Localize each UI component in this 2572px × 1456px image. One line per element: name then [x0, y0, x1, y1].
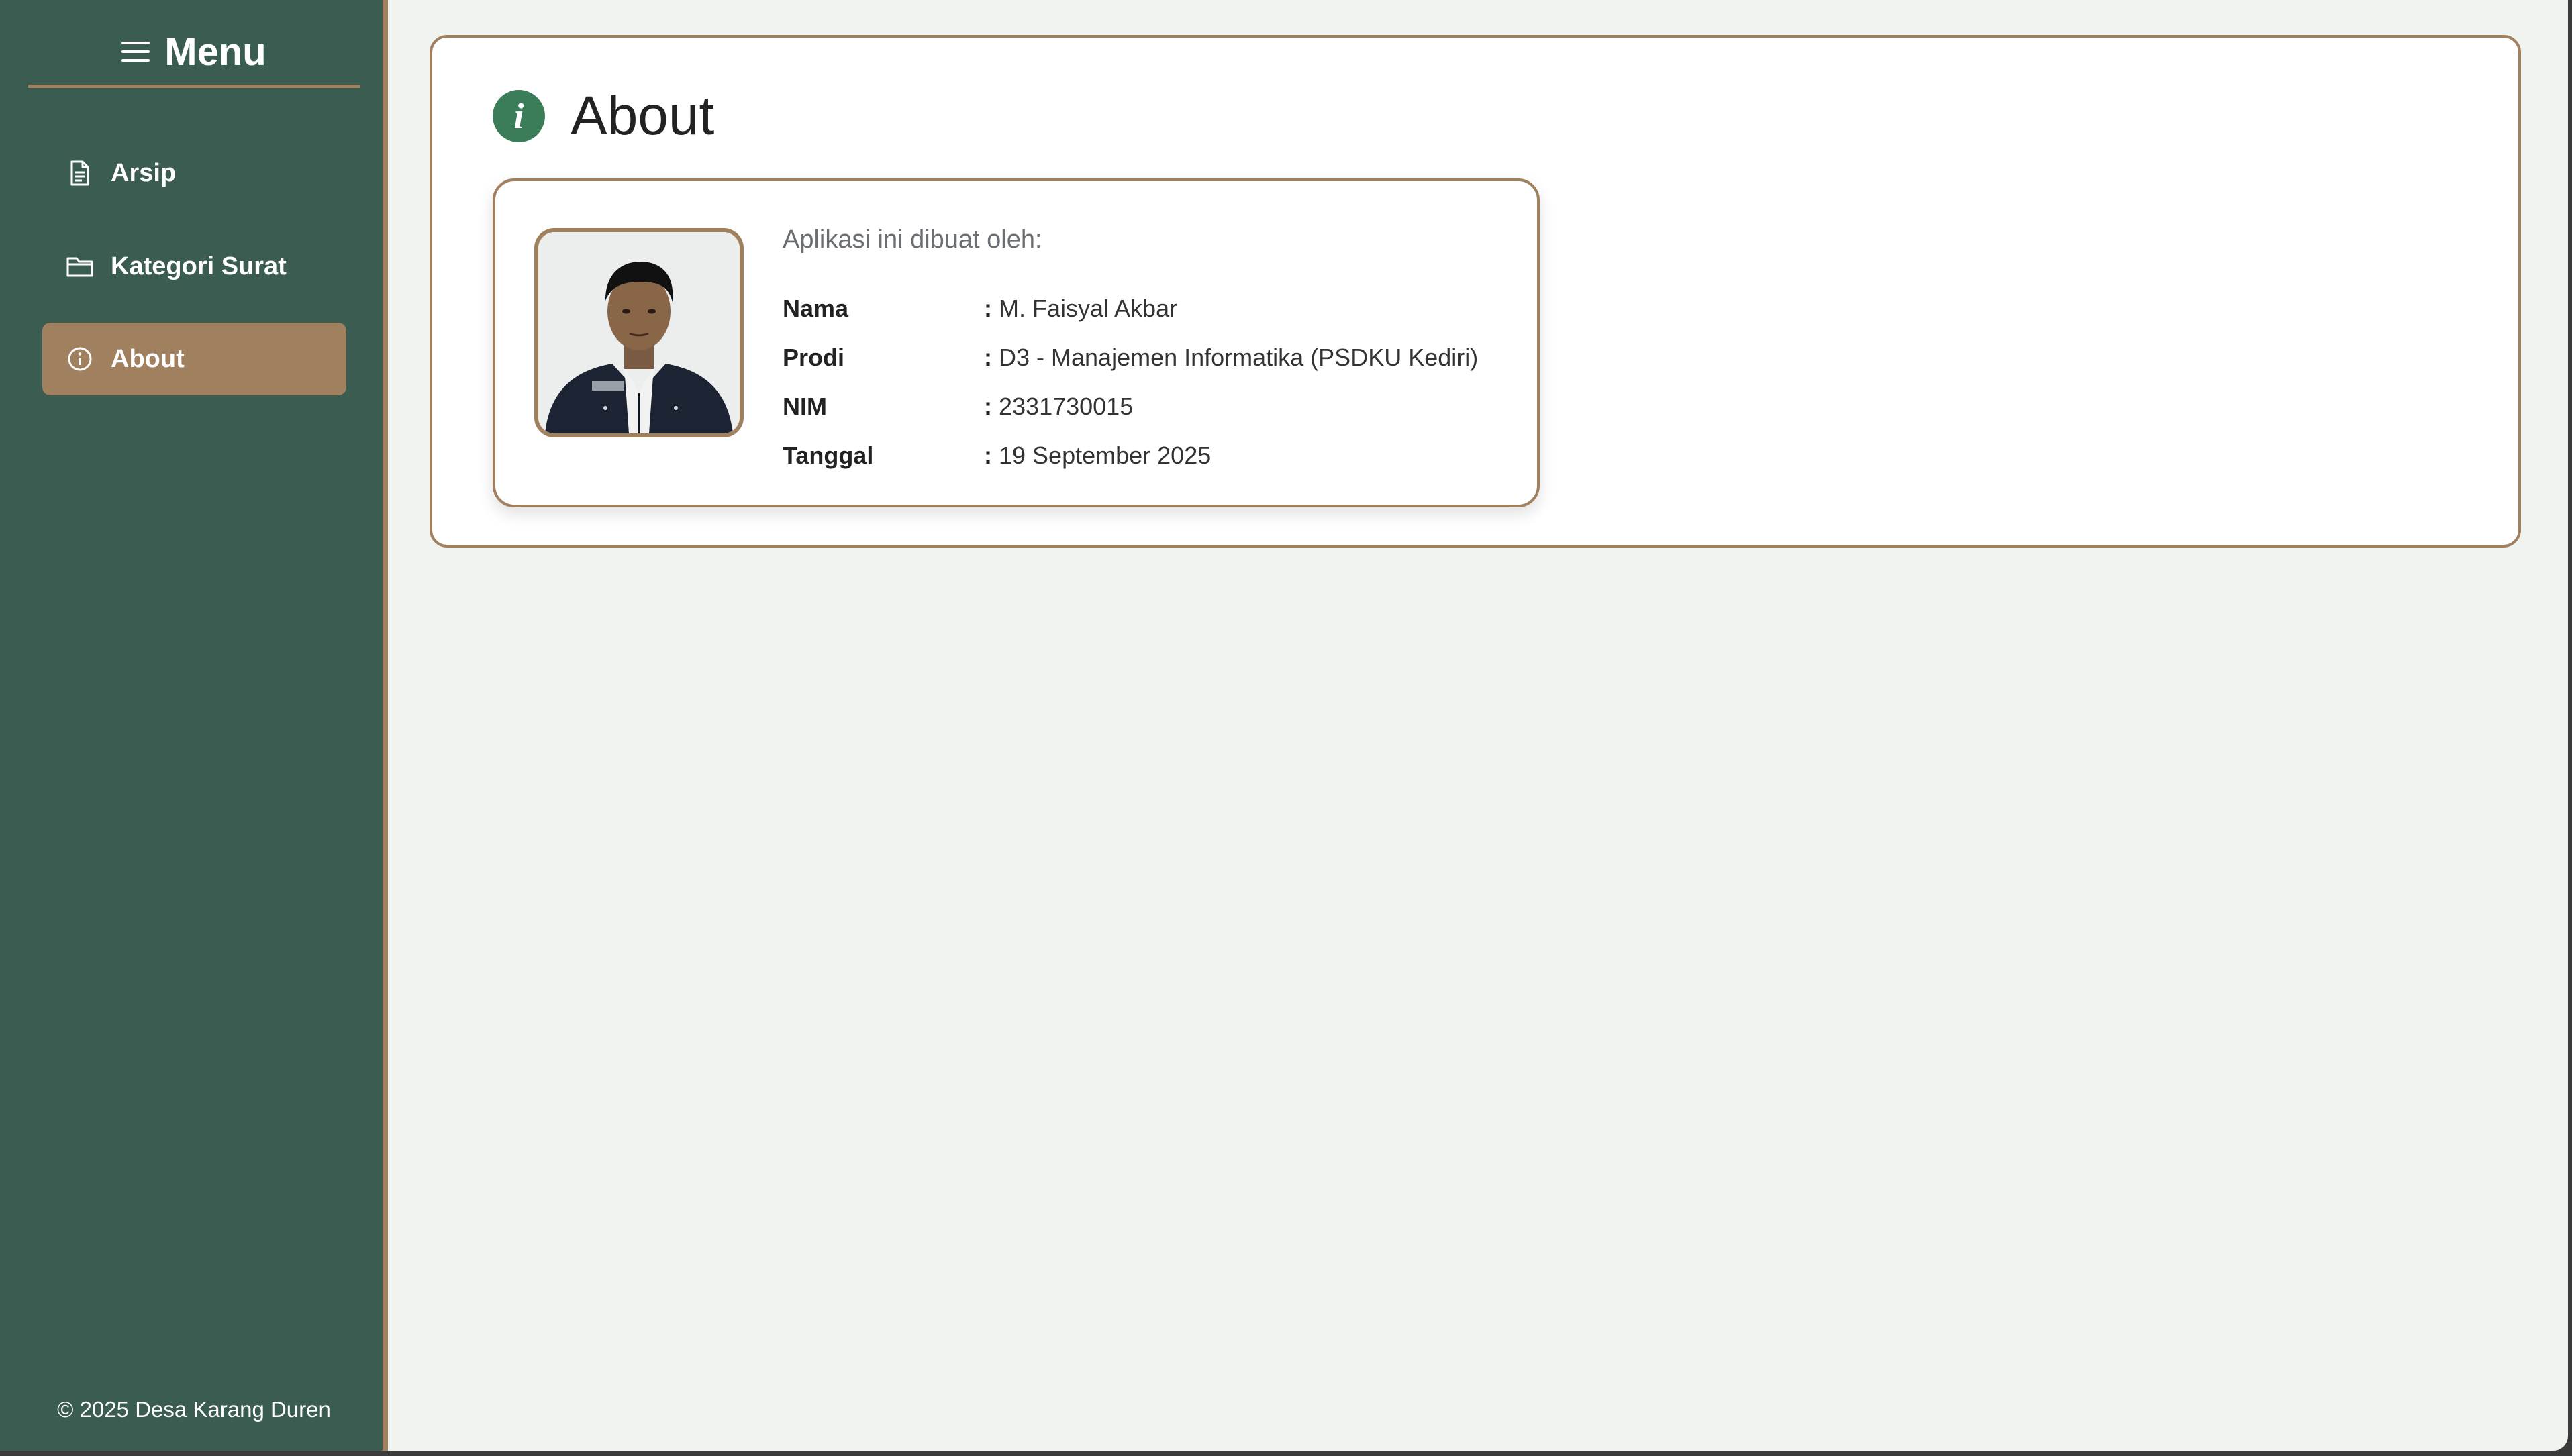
detail-colon: :	[984, 441, 992, 469]
detail-row-prodi: Prodi : D3 - Manajemen Informatika (PSDK…	[783, 333, 1478, 382]
sidebar-item-arsip[interactable]: Arsip	[42, 137, 346, 209]
detail-key: Tanggal	[783, 441, 874, 469]
detail-colon: :	[984, 294, 992, 322]
detail-colon: :	[984, 343, 992, 371]
sidebar-item-kategori-surat[interactable]: Kategori Surat	[42, 230, 346, 303]
page-header: i About	[493, 85, 714, 148]
detail-value: 19 September 2025	[999, 441, 1211, 469]
sidebar-footer: © 2025 Desa Karang Duren	[57, 1397, 331, 1422]
info-icon: i	[493, 90, 545, 142]
hamburger-icon[interactable]	[121, 40, 150, 63]
detail-value: D3 - Manajemen Informatika (PSDKU Kediri…	[999, 343, 1479, 371]
sidebar-title: Menu	[164, 30, 266, 74]
detail-value: M. Faisyal Akbar	[999, 294, 1178, 322]
detail-value: 2331730015	[999, 392, 1134, 420]
detail-row-tanggal: Tanggal : 19 September 2025	[783, 431, 1478, 480]
profile-intro: Aplikasi ini dibuat oleh:	[783, 225, 1042, 254]
sidebar-item-label: About	[111, 344, 185, 373]
sidebar-item-about[interactable]: About	[42, 323, 346, 395]
page-title: About	[571, 85, 715, 146]
info-circle-icon	[66, 346, 93, 372]
sidebar-header: Menu	[28, 19, 360, 88]
detail-key: Nama	[783, 294, 849, 322]
detail-key: NIM	[783, 392, 827, 420]
detail-row-nama: Nama : M. Faisyal Akbar	[783, 284, 1478, 333]
document-icon	[66, 160, 93, 187]
sidebar-item-label: Kategori Surat	[111, 252, 287, 280]
sidebar-item-label: Arsip	[111, 158, 177, 187]
app-window: Menu Arsip Kategori Surat About © 2025 D…	[0, 0, 2568, 1451]
profile-details: Aplikasi ini dibuat oleh: Nama : M. Fais…	[783, 225, 1478, 480]
about-panel: i About Aplikasi ini dibuat oleh: Nama:…	[430, 35, 2521, 548]
profile-card: Aplikasi ini dibuat oleh: Nama : M. Fais…	[493, 178, 1540, 507]
folder-icon	[66, 253, 93, 280]
sidebar: Menu Arsip Kategori Surat About © 2025 D…	[0, 0, 388, 1451]
detail-colon: :	[984, 392, 992, 420]
detail-key: Prodi	[783, 343, 845, 371]
profile-photo	[534, 228, 744, 437]
detail-row-nim: NIM : 2331730015	[783, 382, 1478, 431]
